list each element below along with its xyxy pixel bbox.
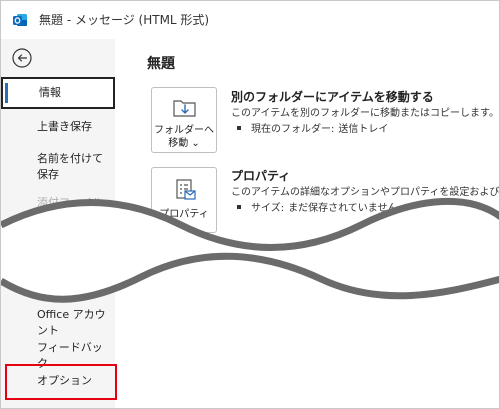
page-title: 無題 (147, 56, 175, 72)
sidebar-item-label: Office アカウント (37, 308, 106, 337)
properties-icon (176, 179, 196, 200)
backstage-sidebar: 情報 上書き保存 名前を付けて保存 添付ファイルの保存 Office アカウント… (1, 39, 115, 408)
folder-move-icon (173, 100, 196, 117)
bullet-icon (237, 205, 241, 209)
sidebar-item-feedback[interactable]: フィードバック (1, 340, 115, 370)
move-to-folder-button[interactable]: フォルダーへ 移動 ⌄ (151, 87, 217, 153)
sidebar-item-options[interactable]: オプション (1, 373, 115, 393)
move-section-description: このアイテムを別のフォルダーに移動またはコピーします。 (231, 108, 499, 119)
backstage-main: 無題 フォルダーへ 移動 ⌄ 別のフォルダーにアイテムを移動する このアイテムを… (115, 39, 499, 408)
sidebar-item-save-attachments: 添付ファイルの保存 (1, 195, 115, 231)
move-button-label-line1: フォルダーへ (154, 125, 214, 136)
sidebar-item-office-account[interactable]: Office アカウント (1, 307, 115, 337)
outlook-message-window: 無題 - メッセージ (HTML 形式) 情報 上書き保存 名前を付けて保存 添… (0, 0, 500, 409)
sidebar-item-label: フィードバック (37, 341, 103, 370)
bullet-icon (237, 126, 241, 130)
title-bar: 無題 - メッセージ (HTML 形式) (1, 1, 499, 39)
properties-section-description: このアイテムの詳細なオプションやプロパティを設定および確認します。 (231, 187, 500, 198)
move-section-title: 別のフォルダーにアイテムを移動する (231, 90, 434, 104)
sidebar-item-info[interactable]: 情報 (1, 77, 115, 109)
outlook-app-icon (13, 14, 27, 26)
sidebar-item-label: 名前を付けて保存 (37, 152, 103, 181)
properties-section-title: プロパティ (231, 169, 291, 183)
sidebar-item-save-as[interactable]: 名前を付けて保存 (1, 151, 115, 187)
move-button-label-line2: 移動 ⌄ (168, 138, 200, 149)
sidebar-item-label: 情報 (39, 86, 61, 99)
sidebar-item-label: 上書き保存 (37, 120, 92, 133)
sidebar-item-label: オプション (37, 374, 92, 387)
back-arrow-icon[interactable] (11, 47, 33, 69)
size-value: まだ保存されていません (288, 203, 398, 214)
current-folder-label: 現在のフォルダー: (251, 124, 335, 135)
window-title: 無題 - メッセージ (HTML 形式) (39, 13, 210, 27)
current-folder-value: 送信トレイ (338, 124, 389, 135)
current-folder-detail: 現在のフォルダー: 送信トレイ (237, 123, 388, 136)
sidebar-item-save[interactable]: 上書き保存 (1, 119, 115, 139)
sidebar-item-label: 添付ファイルの保存 (37, 196, 103, 225)
size-label: サイズ: (251, 203, 285, 214)
size-detail: サイズ: まだ保存されていません (237, 202, 397, 215)
properties-button-label: プロパティ (159, 209, 209, 220)
properties-button[interactable]: プロパティ (151, 167, 217, 233)
